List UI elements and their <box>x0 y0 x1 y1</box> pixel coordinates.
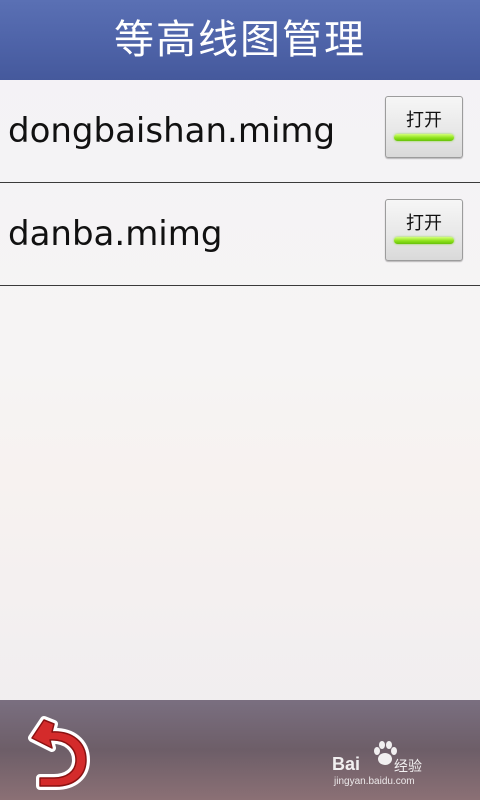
green-indicator-icon <box>394 237 454 244</box>
watermark-brand-cn: 经验 <box>394 759 422 775</box>
back-button[interactable] <box>26 712 96 790</box>
open-button-label: 打开 <box>406 213 442 234</box>
page-title: 等高线图管理 <box>114 17 366 63</box>
file-list: dongbaishan.mimg 打开 danba.mimg 打开 <box>0 80 480 286</box>
title-bar: 等高线图管理 <box>0 0 480 80</box>
list-item: danba.mimg 打开 <box>0 183 480 286</box>
baidu-jingyan-watermark: Bai 经验 jingyan.baidu.com <box>332 740 452 788</box>
open-button-label: 打开 <box>406 110 442 131</box>
bottom-bar: Bai 经验 jingyan.baidu.com <box>0 700 480 800</box>
file-name: dongbaishan.mimg <box>8 111 336 151</box>
back-arrow-icon <box>28 716 90 790</box>
open-button[interactable]: 打开 <box>385 199 463 261</box>
file-name: danba.mimg <box>8 214 223 254</box>
open-button[interactable]: 打开 <box>385 96 463 158</box>
green-indicator-icon <box>394 134 454 141</box>
watermark-brand: Bai <box>332 754 361 774</box>
list-item: dongbaishan.mimg 打开 <box>0 80 480 183</box>
watermark-url: jingyan.baidu.com <box>334 776 415 787</box>
